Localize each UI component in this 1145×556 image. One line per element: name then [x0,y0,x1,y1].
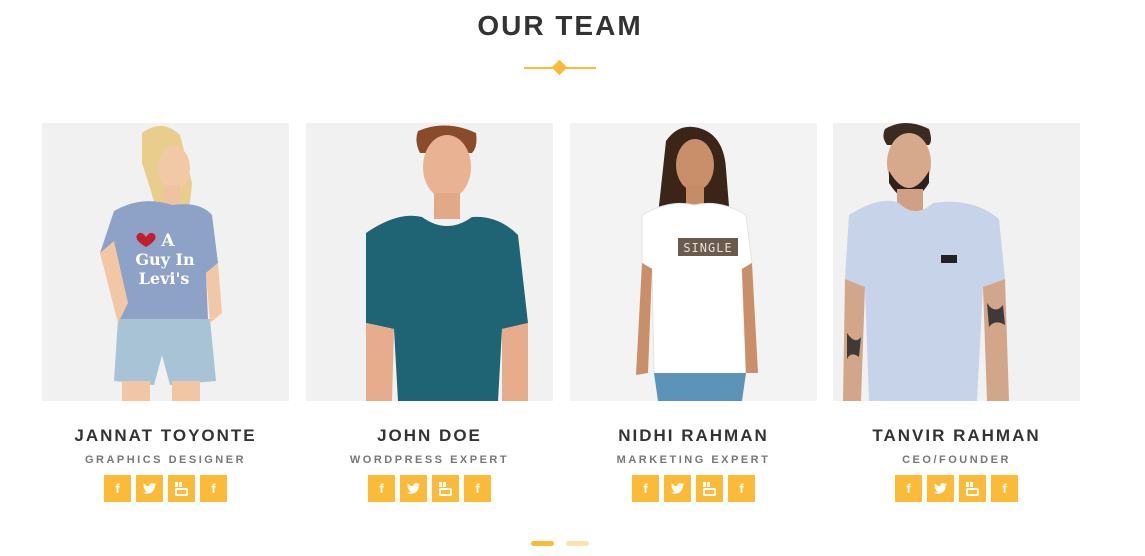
twitter-icon[interactable] [400,475,427,502]
shirt-text-3: Levi's [139,269,190,288]
social-links: f f [306,475,553,502]
facebook-icon[interactable]: f [728,475,755,502]
section-title: OUR TEAM [477,10,643,41]
team-member-photo: A Guy In Levi's [42,123,289,401]
youtube-icon[interactable] [168,475,195,502]
pager-dot-1[interactable] [531,541,554,546]
team-member-photo [306,123,553,401]
social-links: f f [570,475,817,502]
carousel-pager [531,541,589,546]
team-member-role: GRAPHICS DESIGNER [84,454,247,466]
team-card: JOHN DOE WORDPRESS EXPERT f f [306,123,553,502]
team-card: A Guy In Levi's JANNAT TOYONTE GRAPHICS … [42,123,289,502]
pager-dot-2[interactable] [566,541,589,546]
divider-diamond-icon [551,59,568,76]
youtube-icon[interactable] [959,475,986,502]
facebook-icon[interactable]: f [991,475,1018,502]
team-card: SINGLE NIDHI RAHMAN MARKETING EXPERT f f [570,123,817,502]
twitter-icon[interactable] [927,475,954,502]
facebook-icon[interactable]: f [632,475,659,502]
team-member-photo [833,123,1080,401]
title-divider [524,59,596,77]
youtube-icon[interactable] [432,475,459,502]
social-links: f f [833,475,1080,502]
team-member-name: JANNAT TOYONTE [74,426,257,445]
youtube-icon[interactable] [696,475,723,502]
facebook-icon[interactable]: f [368,475,395,502]
team-member-photo: SINGLE [570,123,817,401]
twitter-icon[interactable] [664,475,691,502]
shirt-text-1: SINGLE [683,241,732,255]
facebook-icon[interactable]: f [895,475,922,502]
twitter-icon[interactable] [136,475,163,502]
team-member-role: WORDPRESS EXPERT [349,454,510,466]
social-links: f f [42,475,289,502]
facebook-icon[interactable]: f [200,475,227,502]
team-member-name: JOHN DOE [377,426,482,445]
team-member-name: NIDHI RAHMAN [618,426,769,445]
shirt-text-2: Guy In [135,250,195,269]
facebook-icon[interactable]: f [464,475,491,502]
team-card: TANVIR RAHMAN CEO/FOUNDER f f [833,123,1080,502]
team-member-role: MARKETING EXPERT [616,454,771,466]
team-member-name: TANVIR RAHMAN [872,426,1041,445]
shirt-text-1: A [160,231,175,251]
facebook-icon[interactable]: f [104,475,131,502]
team-member-role: CEO/FOUNDER [902,454,1011,466]
team-section: OUR TEAM A Guy In Levi's JANNAT TOYONTE … [0,0,1145,556]
